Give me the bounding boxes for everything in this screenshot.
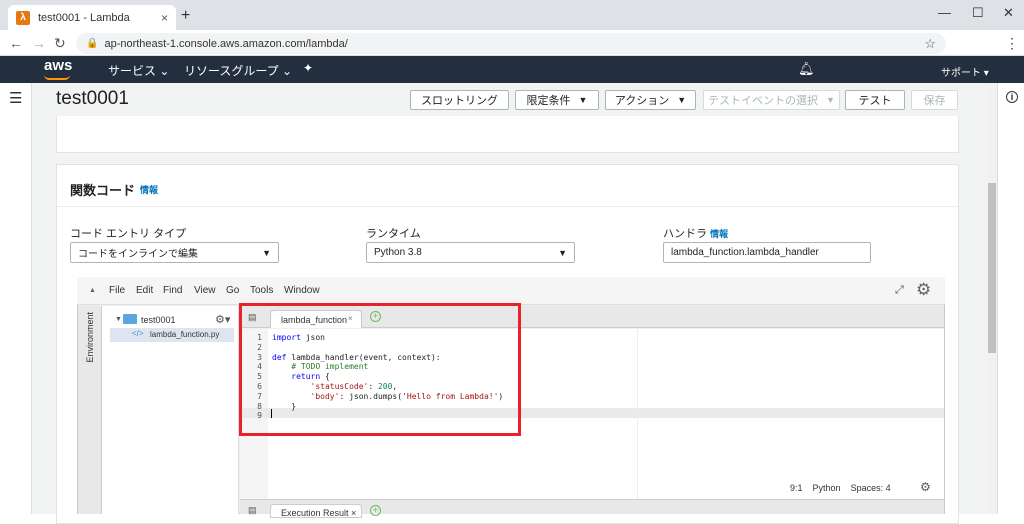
environment-label: Environment: [85, 312, 95, 363]
url-text: ap-northeast-1.console.aws.amazon.com/la…: [104, 37, 348, 50]
code-entry-value: コードをインラインで編集: [78, 249, 198, 260]
ide-menu-file[interactable]: File: [109, 285, 125, 296]
pin-icon[interactable]: ✦: [303, 61, 313, 75]
execution-result-label: Execution Result: [281, 508, 349, 518]
bookmark-star-icon[interactable]: ☆: [924, 36, 936, 52]
resource-groups-menu[interactable]: リソースグループ ⌄: [184, 62, 292, 79]
qualifiers-label: 限定条件: [526, 95, 571, 107]
aws-navbar: aws サービス ⌄ リソースグループ ⌄ ✦ 🔔︎ サポート ▾: [0, 56, 1024, 83]
ide-menu-go[interactable]: Go: [226, 285, 239, 296]
caret-down-icon: ▼: [677, 95, 687, 105]
tree-settings-gear-icon[interactable]: ⚙▾: [215, 313, 230, 326]
address-bar-row: ← → ↻ 🔒 ap-northeast-1.console.aws.amazo…: [0, 30, 1024, 56]
test-label: テスト: [858, 95, 892, 107]
code-entry-select[interactable]: コードをインラインで編集 ▼: [70, 242, 279, 263]
ide-menu-tools[interactable]: Tools: [250, 285, 273, 296]
gear-icon[interactable]: ⚙: [916, 280, 931, 300]
language-mode[interactable]: Python: [813, 483, 841, 493]
runtime-value: Python 3.8: [374, 247, 422, 258]
qualifiers-dropdown[interactable]: 限定条件 ▼: [515, 90, 599, 110]
right-divider: [997, 83, 998, 514]
function-code-info-link[interactable]: 情報: [140, 183, 158, 196]
reload-icon[interactable]: ↻: [54, 35, 66, 52]
ide-menu-view[interactable]: View: [194, 285, 216, 296]
tab-close-icon[interactable]: ×: [161, 11, 168, 25]
ide-menu-find[interactable]: Find: [163, 285, 182, 296]
folder-icon: [123, 314, 137, 324]
browser-tab-bar: λ test0001 - Lambda × + — ☐ ✕: [0, 0, 1024, 30]
hamburger-menu-icon[interactable]: ☰: [9, 89, 22, 107]
browser-tab[interactable]: λ test0001 - Lambda ×: [8, 5, 176, 30]
editor-status-bar: 9:1 Python Spaces: 4: [790, 483, 891, 493]
caret-down-icon: ▼: [826, 95, 835, 105]
actions-label: アクション: [614, 95, 670, 107]
function-code-title: 関数コード: [70, 183, 136, 198]
services-menu[interactable]: サービス ⌄: [108, 62, 169, 79]
panel-divider: [57, 206, 958, 207]
scrollbar-thumb[interactable]: [988, 183, 996, 353]
window-close-button[interactable]: ✕: [1003, 5, 1014, 21]
throttle-label: スロットリング: [421, 95, 498, 107]
caret-down-icon: ▼: [262, 247, 271, 258]
execution-result-tab[interactable]: Execution Result ×: [270, 504, 362, 518]
function-name-title: test0001: [56, 88, 129, 109]
test-button[interactable]: テスト: [845, 90, 905, 110]
forward-arrow-icon[interactable]: →: [32, 35, 46, 51]
runtime-select[interactable]: Python 3.8 ▼: [366, 242, 575, 263]
minimize-button[interactable]: —: [938, 5, 951, 20]
ide-menu-window[interactable]: Window: [284, 285, 320, 296]
python-file-icon: </>: [132, 329, 144, 338]
handler-input[interactable]: lambda_function.lambda_handler: [663, 242, 871, 263]
save-label: 保存: [923, 95, 946, 107]
caret-down-icon: ▼: [558, 247, 567, 258]
throttle-button[interactable]: スロットリング: [410, 90, 509, 110]
cursor-position: 9:1: [790, 483, 803, 493]
print-margin: [637, 329, 638, 499]
expand-arrow-icon[interactable]: ▼: [115, 316, 122, 323]
aws-logo-smile-icon: [44, 75, 70, 80]
tree-root-folder[interactable]: test0001: [141, 315, 176, 325]
actions-dropdown[interactable]: アクション ▼: [605, 90, 696, 110]
handler-label-text: ハンドラ: [663, 228, 707, 240]
handler-value: lambda_function.lambda_handler: [671, 247, 819, 258]
previous-panel: [56, 116, 959, 153]
add-tab-icon[interactable]: +: [370, 505, 381, 516]
editor-settings-gear-icon[interactable]: ⚙: [920, 480, 931, 494]
back-arrow-icon[interactable]: ←: [9, 35, 23, 51]
bell-icon[interactable]: 🔔︎: [798, 61, 815, 77]
page-scrollbar[interactable]: [987, 83, 997, 514]
aws-logo[interactable]: aws: [44, 57, 72, 74]
handler-info-link[interactable]: 情報: [710, 229, 728, 239]
left-divider: [31, 83, 32, 514]
maximize-button[interactable]: ☐: [972, 5, 984, 21]
collapse-icon[interactable]: ▲: [89, 287, 96, 294]
new-tab-button[interactable]: +: [181, 7, 190, 25]
save-button[interactable]: 保存: [911, 90, 958, 110]
handler-label: ハンドラ 情報: [663, 225, 728, 241]
test-event-select[interactable]: テストイベントの選択 ▼: [703, 90, 840, 110]
fullscreen-icon[interactable]: ⤢: [895, 284, 904, 297]
runtime-label: ランタイム: [366, 228, 421, 240]
browser-menu-icon[interactable]: ⋮: [1005, 35, 1019, 52]
tab-menu-icon[interactable]: ▤: [248, 505, 257, 516]
info-panel-icon[interactable]: i: [1006, 91, 1018, 103]
lambda-favicon-icon: λ: [16, 10, 30, 25]
ide-menu-edit[interactable]: Edit: [136, 285, 153, 296]
tree-file-lambda-function[interactable]: lambda_function.py: [150, 330, 219, 339]
caret-down-icon: ▼: [578, 95, 588, 105]
test-event-label: テストイベントの選択: [708, 95, 819, 107]
support-menu[interactable]: サポート ▾: [941, 64, 989, 79]
red-highlight-box: [239, 303, 521, 436]
url-input[interactable]: 🔒 ap-northeast-1.console.aws.amazon.com/…: [76, 33, 946, 54]
lock-icon: 🔒: [86, 38, 99, 49]
indent-setting[interactable]: Spaces: 4: [851, 483, 891, 493]
code-entry-label: コード エントリ タイプ: [70, 228, 187, 240]
tab-title: test0001 - Lambda: [38, 11, 130, 24]
